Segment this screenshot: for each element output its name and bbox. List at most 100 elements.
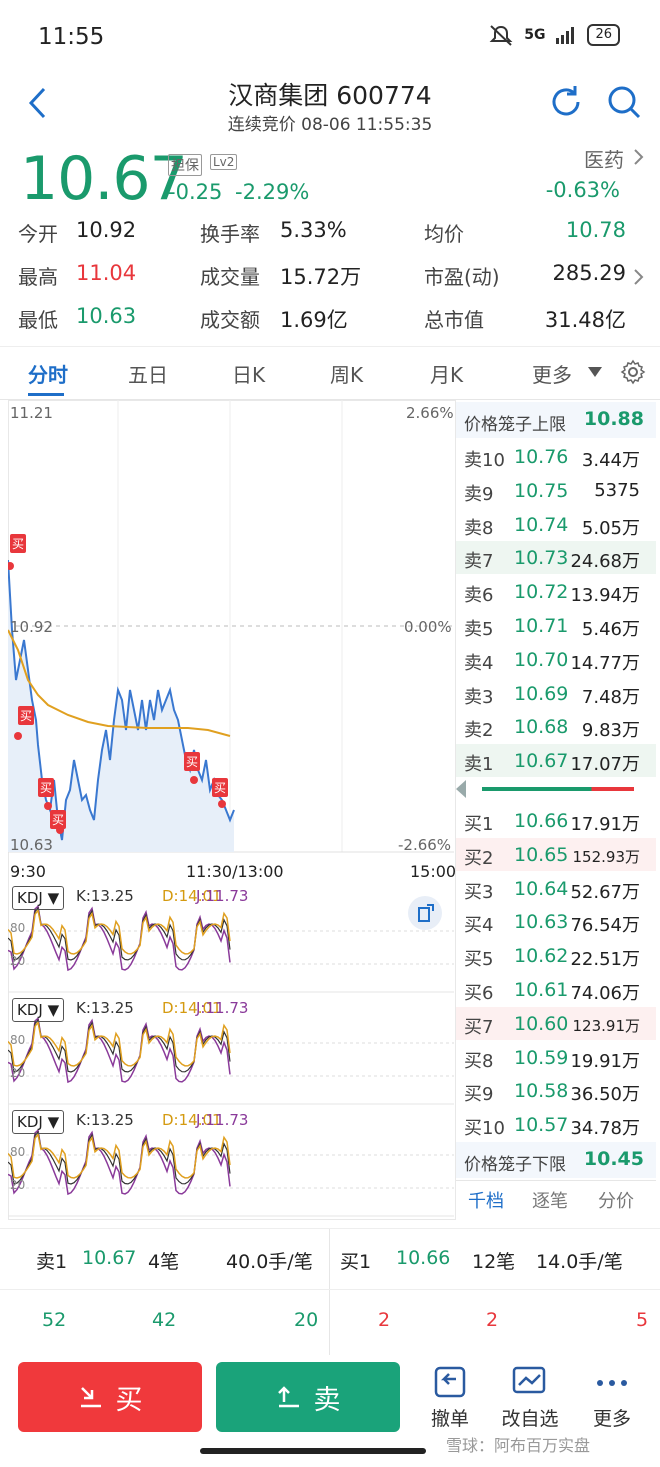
buy-marker[interactable]: 买 [50,810,67,829]
sector-name: 医药 [584,148,624,172]
tab-price-breakdown[interactable]: 分价 [598,1187,634,1213]
level-label: 卖8 [464,517,494,539]
search-icon[interactable] [606,84,642,120]
bid-row[interactable]: 买9 10.58 36.50万 [456,1074,656,1107]
bid-row[interactable]: 买1 10.66 17.91万 [456,804,656,837]
tab-five-day[interactable]: 五日 [128,359,168,388]
ask-row[interactable]: 卖5 10.71 5.46万 [456,609,656,642]
ask-row[interactable]: 卖4 10.70 14.77万 [456,643,656,676]
level-volume: 52.67万 [570,881,640,903]
ask-row[interactable]: 卖7 10.73 24.68万 [456,541,656,575]
margin-tag: 担保 [168,154,202,176]
pct-high-label: 2.66% [406,404,454,422]
level-label: 买2 [464,847,494,869]
rotate-icon [418,904,434,922]
tab-intraday[interactable]: 分时 [28,359,68,388]
buy-order-3: 5 [636,1309,649,1331]
buy1-avg: 14.0手/笔 [536,1251,623,1273]
level-volume: 34.78万 [570,1118,640,1140]
refresh-icon[interactable] [548,84,584,120]
level-label: 买7 [464,1016,494,1038]
buy-marker[interactable]: 买 [18,706,35,725]
tab-daily-k[interactable]: 日K [232,359,265,388]
buy-button[interactable]: 买 [18,1362,202,1432]
bid-row[interactable]: 买5 10.62 22.51万 [456,939,656,972]
tab-tick-by-tick[interactable]: 逐笔 [532,1187,568,1213]
stats-chevron-icon[interactable] [632,268,644,286]
bid-row[interactable]: 买3 10.64 52.67万 [456,872,656,905]
ask-row[interactable]: 卖8 10.74 5.05万 [456,508,656,541]
ask-row[interactable]: 卖3 10.69 7.48万 [456,677,656,710]
buy-marker[interactable]: 买 [212,778,229,797]
tab-underline [28,393,64,396]
level-price: 10.58 [514,1080,569,1103]
buy-arrow-icon [80,1387,101,1408]
cancel-order-button[interactable]: 撤单 [410,1365,490,1431]
level-volume: 123.91万 [572,1016,641,1035]
more-button[interactable]: 更多 [572,1365,652,1431]
rotate-button[interactable] [408,896,442,930]
stat-value: 285.29 [552,261,626,285]
tab-monthly-k[interactable]: 月K [430,359,463,388]
ask-row[interactable]: 卖9 10.75 5375 [456,474,656,507]
time-mid-label: 11:30/13:00 [186,862,284,881]
dropdown-icon[interactable] [588,367,602,377]
gear-icon[interactable] [620,359,646,385]
level-price: 10.76 [514,446,569,468]
sector-link[interactable]: 医药 [584,144,624,173]
level-price: 10.71 [514,615,569,637]
level-label: 卖10 [464,450,505,471]
buy-marker[interactable]: 买 [10,534,27,553]
kdj-tick-20: 20 [10,1178,26,1192]
level-summary: 卖1 10.67 4笔 40.0手/笔 买1 10.66 12笔 14.0手/笔… [0,1228,660,1355]
status-time: 11:55 [38,24,105,50]
bid-row[interactable]: 买2 10.65 152.93万 [456,837,656,871]
current-price: 10.67 [20,144,188,214]
indicator-selector[interactable]: KDJ ▼ [12,886,65,910]
bid-row[interactable]: 买6 10.61 74.06万 [456,973,656,1006]
lower-limit-value: 10.45 [583,1148,644,1170]
buy-point [14,732,22,740]
pct-low-label: -2.66% [398,836,452,854]
intraday-chart[interactable] [8,400,454,1218]
ask-row[interactable]: 卖1 10.67 17.07万 [456,744,656,778]
edit-watchlist-label: 改自选 [501,1408,559,1430]
level-label: 卖5 [464,619,494,640]
stat-label: 成交量 [200,265,260,289]
buy-point [218,800,226,808]
buy1-count: 12笔 [472,1251,516,1273]
level-price: 10.72 [514,581,569,604]
tab-thousand-levels[interactable]: 千档 [468,1187,504,1213]
bid-row[interactable]: 买8 10.59 19.91万 [456,1041,656,1074]
buy1-price: 10.66 [396,1247,451,1269]
kdj-tick-20: 20 [10,1066,26,1080]
tab-more[interactable]: 更多 [532,359,572,388]
ask-row[interactable]: 卖6 10.72 13.94万 [456,575,656,608]
indicator-selector[interactable]: KDJ ▼ [12,1110,65,1134]
summary-hdivider [0,1289,660,1290]
bid-row[interactable]: 买10 10.57 34.78万 [456,1108,656,1141]
level-label: 买1 [464,814,494,835]
bid-row[interactable]: 买4 10.63 76.54万 [456,905,656,938]
time-start-label: 9:30 [10,862,46,881]
stat-value: 10.78 [565,218,626,242]
tab-weekly-k[interactable]: 周K [330,359,363,388]
price-low-label: 10.63 [10,836,53,854]
level-volume: 76.54万 [570,915,640,937]
level-volume: 5375 [594,479,640,501]
level-volume: 13.94万 [570,585,640,607]
bid-row[interactable]: 买7 10.60 123.91万 [456,1006,656,1040]
level-volume: 14.77万 [570,652,640,674]
level-price: 10.74 [514,513,569,536]
ask-row[interactable]: 卖10 10.76 3.44万 [456,440,656,473]
buy-marker[interactable]: 买 [38,778,55,797]
indicator-selector[interactable]: KDJ ▼ [12,998,65,1022]
cancel-order-icon [434,1366,466,1398]
stat-value: 1.69亿 [280,308,348,332]
ask-row[interactable]: 卖2 10.68 9.83万 [456,710,656,743]
level-price: 10.60 [514,1012,569,1035]
edit-watchlist-button[interactable]: 改自选 [490,1365,570,1431]
buy-marker[interactable]: 买 [184,752,201,771]
buy-order-2: 2 [486,1309,499,1331]
sell-button[interactable]: 卖 [216,1362,400,1432]
